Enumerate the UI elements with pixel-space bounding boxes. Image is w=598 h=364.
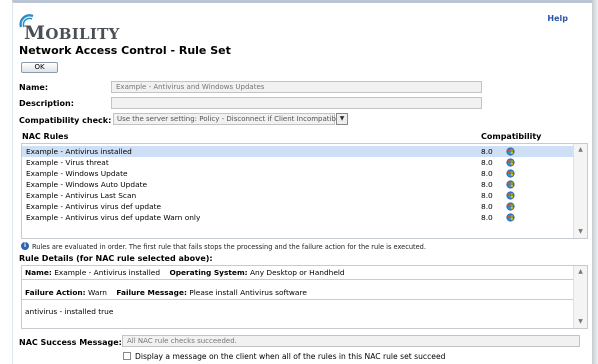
name-input[interactable]: Example - Antivirus and Windows Updates — [111, 81, 482, 93]
rule-details-heading: Rule Details (for NAC rule selected abov… — [19, 254, 213, 263]
windows-logo-icon — [506, 147, 515, 156]
compatibility-check-select[interactable]: Use the server setting: Policy - Disconn… — [113, 113, 348, 125]
nac-rule-row[interactable]: Example - Windows Update 8.0 — [22, 168, 574, 179]
details-failure-line: Failure Action: Warn Failure Message: Pl… — [25, 288, 307, 297]
nac-rule-version: 8.0 — [481, 169, 493, 178]
nac-rule-name: Example - Windows Update — [26, 169, 128, 178]
mobility-logo: MOBILITY — [18, 13, 138, 44]
nac-rule-row[interactable]: Example - Antivirus virus def update 8.0 — [22, 201, 574, 212]
nac-rule-name: Example - Antivirus installed — [26, 147, 132, 156]
display-success-message-checkbox[interactable] — [123, 352, 131, 360]
nac-rule-version: 8.0 — [481, 191, 493, 200]
nac-rule-version: 8.0 — [481, 202, 493, 211]
logo-text: MOBILITY — [24, 22, 120, 44]
rules-info-text: Rules are evaluated in order. The first … — [32, 243, 426, 251]
nac-rule-row[interactable]: Example - Windows Auto Update 8.0 — [22, 179, 574, 190]
ok-button[interactable]: OK — [21, 62, 58, 73]
nac-rule-name: Example - Antivirus virus def update — [26, 202, 162, 211]
failure-message-value: Please install Antivirus software — [189, 288, 307, 297]
rules-scrollbar[interactable]: ▲ ▼ — [573, 144, 587, 238]
details-divider — [22, 299, 574, 300]
nac-rule-row[interactable]: Example - Antivirus installed 8.0 — [22, 146, 574, 157]
nac-rule-row[interactable]: Example - Virus threat 8.0 — [22, 157, 574, 168]
nac-rule-name: Example - Virus threat — [26, 158, 109, 167]
rule-expression: antivirus - installed true — [25, 307, 114, 316]
windows-logo-icon — [506, 180, 515, 189]
windows-logo-icon — [506, 191, 515, 200]
failure-message-label: Failure Message: — [116, 288, 187, 297]
scroll-down-arrow-icon[interactable]: ▼ — [574, 226, 587, 238]
windows-logo-icon — [506, 202, 515, 211]
window-right-shadow — [592, 0, 598, 364]
details-name-value: Example - Antivirus installed — [54, 268, 161, 277]
compatibility-check-label: Compatibility check: — [19, 116, 112, 125]
nac-rule-version: 8.0 — [481, 147, 493, 156]
scroll-up-arrow-icon[interactable]: ▲ — [574, 144, 587, 156]
nac-rule-version: 8.0 — [481, 180, 493, 189]
details-name-line: Name: Example - Antivirus installed Oper… — [25, 268, 345, 277]
nac-rule-name: Example - Windows Auto Update — [26, 180, 148, 189]
nac-rule-row[interactable]: Example - Antivirus Last Scan 8.0 — [22, 190, 574, 201]
help-link[interactable]: Help — [547, 14, 568, 23]
name-label: Name: — [19, 83, 49, 92]
nac-rule-name: Example - Antivirus Last Scan — [26, 191, 137, 200]
windows-logo-icon — [506, 213, 515, 222]
logo-text-rest: OBILITY — [45, 25, 120, 43]
nac-rule-row[interactable]: Example - Antivirus virus def update War… — [22, 212, 574, 223]
description-label: Description: — [19, 99, 74, 108]
info-icon: i — [21, 242, 29, 250]
failure-action-value: Warn — [87, 288, 107, 297]
details-scrollbar[interactable]: ▲ ▼ — [573, 266, 587, 328]
compatibility-column-header: Compatibility — [481, 132, 542, 141]
page-title: Network Access Control - Rule Set — [19, 44, 231, 57]
nac-rule-set-page: Help MOBILITY Network Access Control - R… — [0, 0, 598, 364]
description-input[interactable] — [111, 97, 482, 109]
nac-success-message-input[interactable]: All NAC rule checks succeeded. — [122, 335, 580, 347]
nac-rule-name: Example - Antivirus virus def update War… — [26, 213, 201, 222]
compatibility-check-value: Use the server setting: Policy - Disconn… — [117, 115, 343, 123]
logo-text-initial: M — [24, 22, 46, 44]
nac-rule-version: 8.0 — [481, 213, 493, 222]
windows-logo-icon — [506, 158, 515, 167]
display-success-message-label: Display a message on the client when all… — [135, 352, 446, 361]
nac-success-message-label: NAC Success Message: — [19, 338, 122, 347]
details-os-value: Any Desktop or Handheld — [249, 268, 345, 277]
details-divider — [22, 279, 574, 280]
rule-details-box: Name: Example - Antivirus installed Oper… — [21, 265, 588, 329]
details-os-label: Operating System: — [169, 268, 248, 277]
scroll-down-arrow-icon[interactable]: ▼ — [574, 316, 587, 328]
windows-logo-icon — [506, 169, 515, 178]
scroll-up-arrow-icon[interactable]: ▲ — [574, 266, 587, 278]
window-left-border — [12, 12, 13, 364]
dropdown-arrow-icon[interactable]: ▼ — [336, 113, 348, 125]
nac-rule-version: 8.0 — [481, 158, 493, 167]
nac-rules-list[interactable]: Example - Antivirus installed 8.0 Example … — [21, 143, 588, 239]
window-top-border — [12, 0, 592, 12]
failure-action-label: Failure Action: — [25, 288, 86, 297]
details-name-label: Name: — [25, 268, 52, 277]
nac-rules-column-header: NAC Rules — [22, 132, 69, 141]
